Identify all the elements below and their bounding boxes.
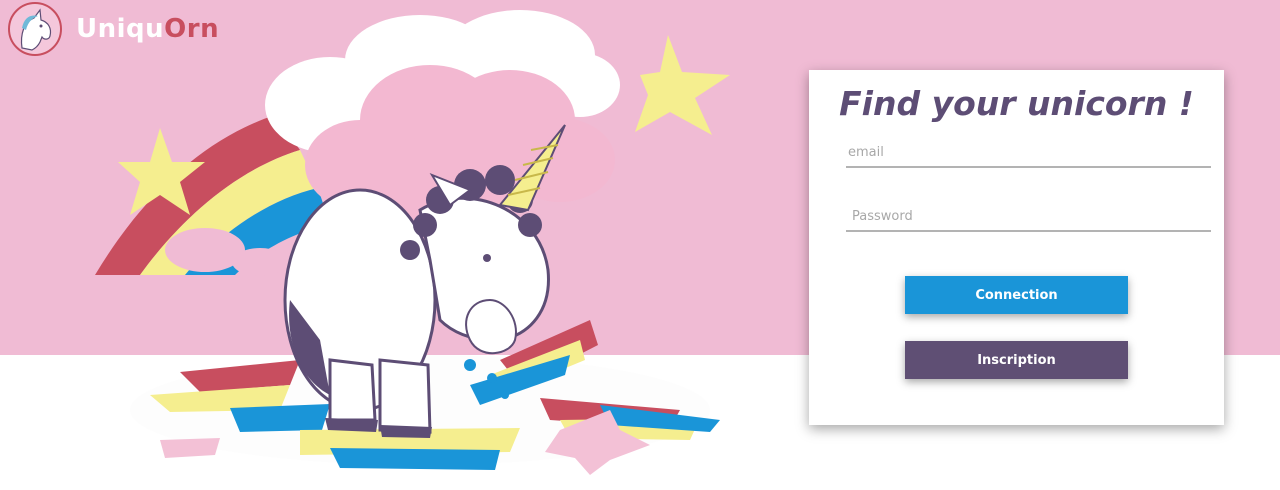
email-field[interactable] [846,138,1211,168]
password-field[interactable] [846,202,1211,232]
brand-logo[interactable]: UniquOrn [8,1,219,57]
login-title: Find your unicorn ! [839,84,1194,123]
unicorn-head-icon [8,2,62,56]
brand-name-part2: Orn [164,14,220,44]
connection-button[interactable]: Connection [905,276,1128,314]
unicorn-illustration [95,10,730,475]
brand-name: UniquOrn [76,14,219,44]
brand-name-part1: Uniqu [76,14,165,44]
login-card: Find your unicorn ! Connection Inscripti… [809,70,1224,425]
inscription-button[interactable]: Inscription [905,341,1128,379]
star-right [635,35,730,135]
